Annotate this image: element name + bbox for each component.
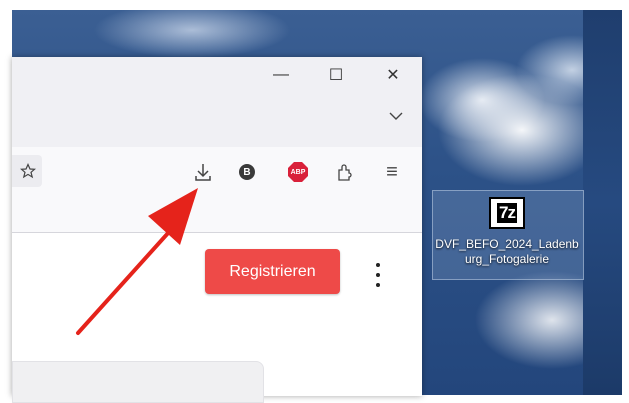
- b-extension-button[interactable]: B: [236, 161, 258, 183]
- b-extension-icon: B: [239, 164, 255, 180]
- extensions-button[interactable]: [334, 161, 356, 183]
- kebab-dot: [376, 283, 380, 287]
- content-card: [12, 361, 264, 403]
- more-options-button[interactable]: [374, 263, 382, 287]
- 7z-archive-icon-text: 7z: [497, 203, 517, 223]
- abp-icon: ABP: [288, 162, 308, 182]
- close-button[interactable]: ✕: [379, 65, 407, 85]
- desktop-file-label[interactable]: DVF_BEFO_2024_Ladenburg_Fotogalerie: [432, 237, 582, 267]
- adblock-plus-button[interactable]: ABP: [287, 161, 309, 183]
- close-icon: ✕: [386, 67, 400, 84]
- maximize-button[interactable]: ☐: [322, 65, 350, 85]
- navigation-toolbar: [12, 147, 422, 219]
- menu-icon: ≡: [386, 160, 398, 183]
- desktop-background-right: [583, 10, 622, 395]
- register-button[interactable]: Registrieren: [205, 249, 340, 294]
- kebab-dot: [376, 263, 380, 267]
- kebab-dot: [376, 273, 380, 277]
- download-button[interactable]: [192, 161, 214, 183]
- browser-window: — ☐ ✕ B ABP ≡ Registrieren: [12, 57, 422, 403]
- minimize-icon: —: [273, 66, 289, 83]
- minimize-button[interactable]: —: [267, 65, 295, 85]
- download-icon: [195, 164, 211, 181]
- page-content: Registrieren: [12, 233, 422, 403]
- maximize-icon: ☐: [328, 67, 344, 84]
- chevron-down-icon[interactable]: [386, 107, 406, 125]
- star-icon[interactable]: [20, 163, 36, 179]
- 7z-archive-icon[interactable]: 7z: [489, 197, 525, 229]
- title-bar: — ☐ ✕: [12, 57, 422, 147]
- extensions-icon: [338, 164, 352, 181]
- app-menu-button[interactable]: ≡: [381, 161, 403, 183]
